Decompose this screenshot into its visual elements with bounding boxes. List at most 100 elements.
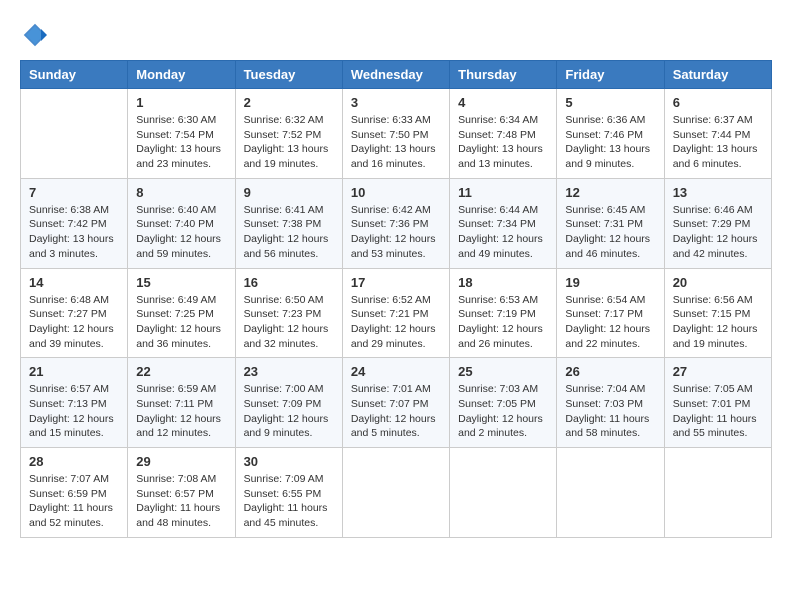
calendar-cell: 21 Sunrise: 6:57 AM Sunset: 7:13 PM Dayli…: [21, 358, 128, 448]
day-content: Sunrise: 6:54 AM Sunset: 7:17 PM Dayligh…: [565, 293, 655, 352]
day-content: Sunrise: 6:37 AM Sunset: 7:44 PM Dayligh…: [673, 113, 763, 172]
calendar-cell: [450, 448, 557, 538]
day-content: Sunrise: 6:38 AM Sunset: 7:42 PM Dayligh…: [29, 203, 119, 262]
day-number: 13: [673, 185, 763, 200]
day-number: 24: [351, 364, 441, 379]
calendar-cell: 19 Sunrise: 6:54 AM Sunset: 7:17 PM Dayli…: [557, 268, 664, 358]
calendar-cell: 12 Sunrise: 6:45 AM Sunset: 7:31 PM Dayli…: [557, 178, 664, 268]
calendar-cell: 8 Sunrise: 6:40 AM Sunset: 7:40 PM Daylig…: [128, 178, 235, 268]
calendar-table: SundayMondayTuesdayWednesdayThursdayFrid…: [20, 60, 772, 538]
day-content: Sunrise: 6:32 AM Sunset: 7:52 PM Dayligh…: [244, 113, 334, 172]
day-number: 12: [565, 185, 655, 200]
calendar-cell: 17 Sunrise: 6:52 AM Sunset: 7:21 PM Dayli…: [342, 268, 449, 358]
day-number: 8: [136, 185, 226, 200]
day-header-thursday: Thursday: [450, 61, 557, 89]
calendar-cell: 30 Sunrise: 7:09 AM Sunset: 6:55 PM Dayli…: [235, 448, 342, 538]
calendar-cell: 10 Sunrise: 6:42 AM Sunset: 7:36 PM Dayli…: [342, 178, 449, 268]
calendar-cell: 1 Sunrise: 6:30 AM Sunset: 7:54 PM Daylig…: [128, 89, 235, 179]
day-number: 30: [244, 454, 334, 469]
calendar-week-row: 14 Sunrise: 6:48 AM Sunset: 7:27 PM Dayli…: [21, 268, 772, 358]
calendar-cell: 3 Sunrise: 6:33 AM Sunset: 7:50 PM Daylig…: [342, 89, 449, 179]
calendar-cell: 22 Sunrise: 6:59 AM Sunset: 7:11 PM Dayli…: [128, 358, 235, 448]
page-header: [20, 20, 772, 50]
day-content: Sunrise: 6:40 AM Sunset: 7:40 PM Dayligh…: [136, 203, 226, 262]
calendar-cell: 28 Sunrise: 7:07 AM Sunset: 6:59 PM Dayli…: [21, 448, 128, 538]
day-content: Sunrise: 7:00 AM Sunset: 7:09 PM Dayligh…: [244, 382, 334, 441]
day-content: Sunrise: 6:53 AM Sunset: 7:19 PM Dayligh…: [458, 293, 548, 352]
day-number: 9: [244, 185, 334, 200]
day-content: Sunrise: 7:07 AM Sunset: 6:59 PM Dayligh…: [29, 472, 119, 531]
day-header-wednesday: Wednesday: [342, 61, 449, 89]
calendar-cell: 7 Sunrise: 6:38 AM Sunset: 7:42 PM Daylig…: [21, 178, 128, 268]
day-number: 16: [244, 275, 334, 290]
calendar-cell: [21, 89, 128, 179]
day-content: Sunrise: 6:59 AM Sunset: 7:11 PM Dayligh…: [136, 382, 226, 441]
day-number: 14: [29, 275, 119, 290]
day-number: 18: [458, 275, 548, 290]
calendar-cell: 29 Sunrise: 7:08 AM Sunset: 6:57 PM Dayli…: [128, 448, 235, 538]
day-content: Sunrise: 6:48 AM Sunset: 7:27 PM Dayligh…: [29, 293, 119, 352]
day-number: 4: [458, 95, 548, 110]
day-content: Sunrise: 6:30 AM Sunset: 7:54 PM Dayligh…: [136, 113, 226, 172]
calendar-week-row: 28 Sunrise: 7:07 AM Sunset: 6:59 PM Dayli…: [21, 448, 772, 538]
day-content: Sunrise: 6:42 AM Sunset: 7:36 PM Dayligh…: [351, 203, 441, 262]
day-content: Sunrise: 6:50 AM Sunset: 7:23 PM Dayligh…: [244, 293, 334, 352]
calendar-cell: 9 Sunrise: 6:41 AM Sunset: 7:38 PM Daylig…: [235, 178, 342, 268]
logo-icon: [20, 20, 50, 50]
day-content: Sunrise: 7:01 AM Sunset: 7:07 PM Dayligh…: [351, 382, 441, 441]
day-content: Sunrise: 6:52 AM Sunset: 7:21 PM Dayligh…: [351, 293, 441, 352]
day-number: 2: [244, 95, 334, 110]
logo: [20, 20, 54, 50]
day-content: Sunrise: 6:33 AM Sunset: 7:50 PM Dayligh…: [351, 113, 441, 172]
calendar-cell: 18 Sunrise: 6:53 AM Sunset: 7:19 PM Dayli…: [450, 268, 557, 358]
day-number: 21: [29, 364, 119, 379]
day-number: 10: [351, 185, 441, 200]
calendar-week-row: 1 Sunrise: 6:30 AM Sunset: 7:54 PM Daylig…: [21, 89, 772, 179]
calendar-cell: 2 Sunrise: 6:32 AM Sunset: 7:52 PM Daylig…: [235, 89, 342, 179]
day-number: 26: [565, 364, 655, 379]
calendar-cell: [342, 448, 449, 538]
day-content: Sunrise: 7:05 AM Sunset: 7:01 PM Dayligh…: [673, 382, 763, 441]
calendar-week-row: 7 Sunrise: 6:38 AM Sunset: 7:42 PM Daylig…: [21, 178, 772, 268]
day-number: 7: [29, 185, 119, 200]
calendar-cell: 20Sunrise: 6:56 AM Sunset: 7:15 PM Dayli…: [664, 268, 771, 358]
day-number: 11: [458, 185, 548, 200]
day-header-friday: Friday: [557, 61, 664, 89]
day-number: 3: [351, 95, 441, 110]
day-content: Sunrise: 7:08 AM Sunset: 6:57 PM Dayligh…: [136, 472, 226, 531]
day-number: 22: [136, 364, 226, 379]
day-content: Sunrise: 6:34 AM Sunset: 7:48 PM Dayligh…: [458, 113, 548, 172]
day-number: 28: [29, 454, 119, 469]
calendar-cell: [664, 448, 771, 538]
day-content: Sunrise: 6:45 AM Sunset: 7:31 PM Dayligh…: [565, 203, 655, 262]
day-header-tuesday: Tuesday: [235, 61, 342, 89]
day-content: Sunrise: 6:49 AM Sunset: 7:25 PM Dayligh…: [136, 293, 226, 352]
day-header-saturday: Saturday: [664, 61, 771, 89]
calendar-header-row: SundayMondayTuesdayWednesdayThursdayFrid…: [21, 61, 772, 89]
day-header-monday: Monday: [128, 61, 235, 89]
calendar-cell: 13 Sunrise: 6:46 AM Sunset: 7:29 PM Dayli…: [664, 178, 771, 268]
calendar-cell: 4 Sunrise: 6:34 AM Sunset: 7:48 PM Daylig…: [450, 89, 557, 179]
day-number: 23: [244, 364, 334, 379]
day-number: 27: [673, 364, 763, 379]
day-number: 29: [136, 454, 226, 469]
day-content: Sunrise: 7:04 AM Sunset: 7:03 PM Dayligh…: [565, 382, 655, 441]
calendar-cell: [557, 448, 664, 538]
calendar-cell: 26 Sunrise: 7:04 AM Sunset: 7:03 PM Dayli…: [557, 358, 664, 448]
day-number: 19: [565, 275, 655, 290]
day-content: Sunrise: 6:56 AM Sunset: 7:15 PM Dayligh…: [673, 293, 763, 352]
calendar-cell: 6Sunrise: 6:37 AM Sunset: 7:44 PM Daylig…: [664, 89, 771, 179]
day-content: Sunrise: 7:09 AM Sunset: 6:55 PM Dayligh…: [244, 472, 334, 531]
day-number: 17: [351, 275, 441, 290]
day-content: Sunrise: 6:41 AM Sunset: 7:38 PM Dayligh…: [244, 203, 334, 262]
day-content: Sunrise: 6:57 AM Sunset: 7:13 PM Dayligh…: [29, 382, 119, 441]
calendar-week-row: 21 Sunrise: 6:57 AM Sunset: 7:13 PM Dayli…: [21, 358, 772, 448]
calendar-cell: 24 Sunrise: 7:01 AM Sunset: 7:07 PM Dayli…: [342, 358, 449, 448]
calendar-cell: 27 Sunrise: 7:05 AM Sunset: 7:01 PM Dayli…: [664, 358, 771, 448]
calendar-cell: 15 Sunrise: 6:49 AM Sunset: 7:25 PM Dayli…: [128, 268, 235, 358]
calendar-cell: 5Sunrise: 6:36 AM Sunset: 7:46 PM Daylig…: [557, 89, 664, 179]
day-number: 15: [136, 275, 226, 290]
day-content: Sunrise: 6:46 AM Sunset: 7:29 PM Dayligh…: [673, 203, 763, 262]
day-number: 1: [136, 95, 226, 110]
day-content: Sunrise: 6:44 AM Sunset: 7:34 PM Dayligh…: [458, 203, 548, 262]
